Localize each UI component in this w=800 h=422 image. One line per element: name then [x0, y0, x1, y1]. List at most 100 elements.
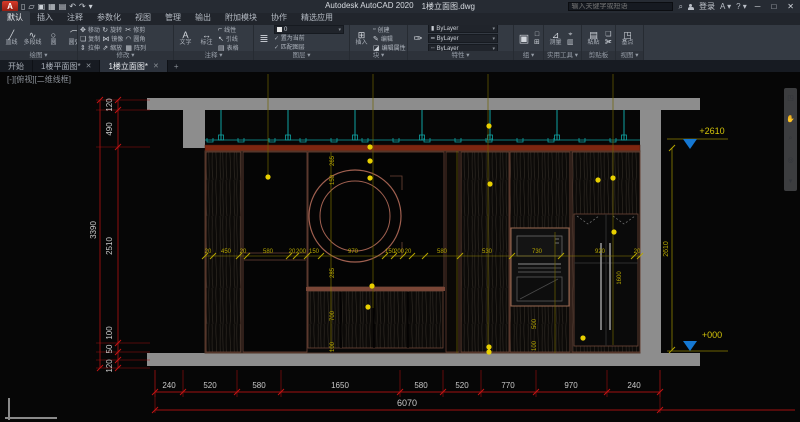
layer-color-swatch [277, 27, 282, 32]
ribbon-tab-8[interactable]: 协作 [264, 11, 294, 25]
panel-name[interactable]: 视图 ▾ [616, 51, 643, 60]
navigation-bar[interactable]: ◳ ✋ ⌕ ◎ ▾ [784, 88, 797, 191]
tool-拉伸[interactable]: ⇕拉伸 [80, 44, 100, 52]
panel-name[interactable]: 注释 ▾ [174, 51, 253, 60]
drawing-area[interactable]: [-][俯视][二维线框] ◳ ✋ ⌕ ◎ ▾ [0, 72, 800, 422]
tool-引线[interactable]: ↖引线 [218, 35, 239, 43]
drawing-canvas[interactable]: 2405205801650580520770970240607012049025… [0, 72, 800, 422]
svg-text:580: 580 [414, 381, 428, 390]
tool-编辑属性[interactable]: ◪编辑属性 [373, 44, 406, 52]
svg-text:20: 20 [289, 249, 296, 255]
tool-圆[interactable]: ○圆 [44, 30, 63, 47]
file-tab-2[interactable]: 1楼立面图*✕ [100, 60, 167, 72]
tool-阵列[interactable]: ▦阵列 [125, 44, 146, 52]
ribbon-tab-0[interactable]: 默认 [0, 11, 30, 25]
signin-link[interactable]: 登录 [699, 1, 715, 12]
panel-name[interactable]: 特性 ▾ [408, 51, 513, 60]
tool-icon-button[interactable]: ≣ [256, 32, 272, 45]
tool-缩放[interactable]: ⇗缩放 [102, 44, 123, 52]
tool-文字[interactable]: A文字 [176, 30, 195, 47]
ribbon-tab-3[interactable]: 参数化 [90, 11, 128, 25]
close-tab-icon[interactable]: ✕ [86, 62, 92, 70]
ucs-icon[interactable] [5, 398, 57, 420]
tool-圆角[interactable]: ◠圆角 [125, 35, 146, 43]
svg-text:970: 970 [348, 249, 359, 255]
ribbon-tab-4[interactable]: 视图 [128, 11, 158, 25]
close-tab-icon[interactable]: ✕ [153, 62, 159, 70]
ribbon-tab-7[interactable]: 附加模块 [218, 11, 264, 25]
orbit-icon[interactable]: ◎ [787, 156, 793, 164]
tool-编辑[interactable]: ✎编辑 [373, 35, 406, 43]
tool-表格[interactable]: ▤表格 [218, 44, 239, 52]
search-input[interactable] [568, 2, 673, 11]
file-tab-1[interactable]: 1楼平面图*✕ [33, 60, 100, 72]
tool-移动[interactable]: ✥移动 [80, 26, 100, 34]
ribbon-tab-5[interactable]: 管理 [158, 11, 188, 25]
panel-name[interactable]: 剪贴板 [582, 51, 615, 60]
minimize-button[interactable]: ─ [752, 0, 764, 13]
panel-name[interactable]: 块 ▾ [350, 51, 407, 60]
tool-mini-icon[interactable]: ⊞ [534, 39, 540, 46]
tool-匹配图层[interactable]: ✓ 匹配图层 [274, 44, 344, 51]
layer-dropdown[interactable]: 0▾ [274, 25, 344, 34]
tool-直线[interactable]: ╱直线 [2, 30, 21, 47]
tool-icon: ❏ [80, 35, 86, 43]
new-tab-button[interactable]: + [168, 60, 185, 72]
zoom-magnifier-icon[interactable]: ⌕ [789, 135, 793, 143]
maximize-button[interactable]: □ [768, 0, 779, 13]
panel-name[interactable]: 绘图 ▾ [0, 51, 77, 60]
help-icon[interactable]: ? ▾ [736, 2, 747, 11]
panel-column: ∿多段线 [23, 30, 42, 47]
tool-粘贴[interactable]: ▤粘贴 [584, 30, 603, 47]
view-cube-icon[interactable]: ◳ [787, 94, 794, 102]
tool-置为当前[interactable]: ✓ 置为当前 [274, 35, 344, 43]
panel-name[interactable]: 修改 ▾ [78, 51, 173, 60]
ribbon-tab-2[interactable]: 注释 [60, 11, 90, 25]
tool-mini-icon[interactable]: ▥ [567, 39, 574, 46]
ribbon-tab-6[interactable]: 输出 [188, 11, 218, 25]
panel-name[interactable]: 组 ▾ [514, 51, 543, 60]
file-tab-0[interactable]: 开始 [0, 60, 33, 72]
panel-name[interactable]: 图层 ▾ [254, 51, 349, 60]
tool-镜像[interactable]: ⋈镜像 [102, 35, 123, 43]
tool-mini-icon[interactable]: ✀ [605, 39, 612, 46]
autocad-window: A ▯▱▣▦▤↶↷▾ Autodesk AutoCAD 2020 1楼立面图.d… [0, 0, 800, 422]
panel-name[interactable]: 实用工具 ▾ [544, 51, 581, 60]
tool-icon-button[interactable]: ▣ [516, 32, 532, 45]
tool-mini-icon[interactable]: ⌖ [567, 31, 574, 38]
more-icon[interactable]: ▾ [789, 177, 793, 185]
bylayer-dropdown[interactable]: ▮ByLayer▾ [428, 25, 498, 33]
close-button[interactable]: ✕ [784, 0, 797, 13]
app-store-icon[interactable]: A ▾ [720, 2, 731, 11]
tool-复制[interactable]: ❏复制 [80, 35, 100, 43]
user-icon[interactable] [688, 4, 694, 10]
tool-mini-icon[interactable]: ❏ [605, 31, 612, 38]
svg-text:150: 150 [330, 174, 336, 185]
tool-标注[interactable]: ↔标注 [197, 30, 216, 47]
file-tab-label: 开始 [8, 61, 24, 72]
bylayer-dropdown[interactable]: ━ByLayer▾ [428, 34, 498, 43]
tool-label: 圆角 [133, 34, 145, 43]
panel-column: ▫创建✎编辑◪编辑属性 [373, 26, 406, 52]
tool-icon-button[interactable]: ✑ [410, 32, 426, 45]
tool-旋转[interactable]: ↻旋转 [102, 26, 123, 34]
tool-修剪[interactable]: ✂修剪 [125, 26, 146, 34]
tool-测量[interactable]: ⊿测量 [546, 30, 565, 47]
tool-mini-icon[interactable]: □ [534, 31, 540, 38]
panel-column: ❏✀ [605, 31, 612, 46]
tool-插入[interactable]: ⊞插入 [352, 30, 371, 47]
ribbon-tab-9[interactable]: 精选应用 [294, 11, 340, 25]
tool-圆弧[interactable]: ⌒圆弧 [65, 30, 77, 47]
pan-hand-icon[interactable]: ✋ [786, 115, 795, 123]
tool-基点[interactable]: ◳基点 [618, 30, 637, 47]
ribbon-panel-0: ╱直线∿多段线○圆⌒圆弧▭◠▩绘图 ▾ [0, 25, 78, 60]
viewport-controls[interactable]: [-][俯视][二维线框] [7, 74, 71, 85]
ribbon-tab-1[interactable]: 插入 [30, 11, 60, 25]
tool-多段线[interactable]: ∿多段线 [23, 30, 42, 47]
tool-创建[interactable]: ▫创建 [373, 26, 406, 34]
tool-线性[interactable]: ⌐线性 [218, 26, 239, 34]
tool-icon: ⌒ [70, 30, 77, 40]
panel-body: ▣□⊞ [514, 25, 543, 51]
search-icon[interactable]: ⌕ [678, 2, 682, 12]
bylayer-dropdown[interactable]: ┄ByLayer▾ [428, 44, 498, 51]
